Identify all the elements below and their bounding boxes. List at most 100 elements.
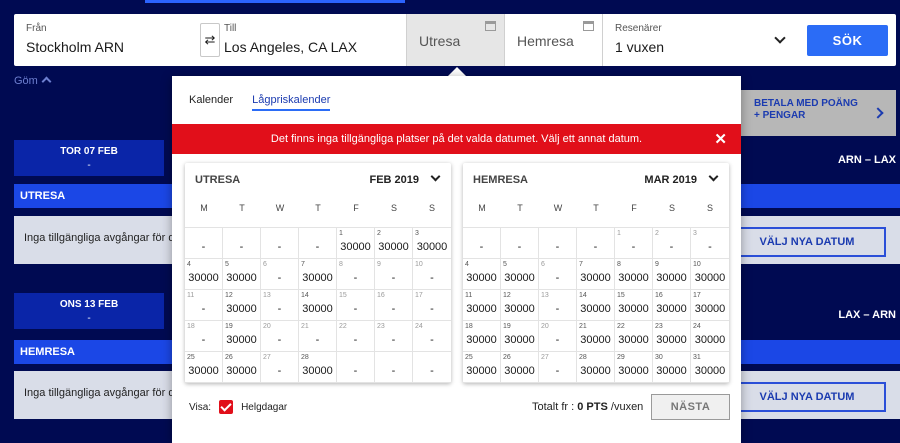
weekday-header: MTWTFSS	[185, 203, 451, 213]
day-price: 30000	[694, 365, 726, 377]
calendar-day-cell[interactable]: 18 30000	[463, 321, 501, 352]
outbound-new-dates-button[interactable]: VÄLJ NYA DATUM	[728, 227, 886, 257]
day-price: 30000	[694, 303, 726, 315]
calendar-day-cell[interactable]: 23-	[375, 321, 413, 352]
calendar-day-cell[interactable]: 11 30000	[463, 290, 501, 321]
calendar-day-cell[interactable]: 20-	[539, 321, 577, 352]
calendar-day-cell[interactable]: 10-	[413, 259, 451, 290]
close-icon[interactable]: ✕	[714, 130, 727, 148]
calendar-day-cell[interactable]: 12 30000	[223, 290, 261, 321]
calendar-day-cell[interactable]: 28 30000	[577, 352, 615, 383]
day-number: 19	[225, 323, 233, 330]
calendar-day-cell[interactable]: 21 30000	[577, 321, 615, 352]
outbound-month-select[interactable]: FEB 2019	[369, 174, 419, 186]
from-value[interactable]: Stockholm ARN	[26, 39, 124, 55]
calendar-day-cell[interactable]: 3-	[691, 228, 729, 259]
calendar-day-cell[interactable]: 15-	[337, 290, 375, 321]
calendar-day-cell[interactable]: 10 30000	[691, 259, 729, 290]
calendar-day-cell[interactable]: 17 30000	[691, 290, 729, 321]
swap-icon[interactable]: ⇄	[200, 23, 220, 57]
day-number: 8	[617, 261, 621, 268]
holidays-checkbox[interactable]	[219, 400, 234, 414]
calendar-day-cell[interactable]: 24-	[413, 321, 451, 352]
chevron-down-icon[interactable]	[430, 171, 441, 182]
calendar-day-cell[interactable]: 7 30000	[577, 259, 615, 290]
search-button[interactable]: SÖK	[807, 25, 888, 56]
tab-calendar[interactable]: Kalender	[189, 94, 233, 106]
calendar-day-cell[interactable]: 8 30000	[615, 259, 653, 290]
calendar-day-cell[interactable]: 24 30000	[691, 321, 729, 352]
calendar-day-cell[interactable]: 13-	[539, 290, 577, 321]
travelers-field[interactable]: Resenärer 1 vuxen	[602, 14, 798, 66]
pay-with-points-button[interactable]: BETALA MED POÄNG + PENGAR	[728, 90, 896, 136]
to-value[interactable]: Los Angeles, CA LAX	[224, 39, 357, 55]
return-label: Hemresa	[517, 33, 574, 49]
day-price: 30000	[226, 334, 257, 346]
calendar-day-cell[interactable]: 25 30000	[463, 352, 501, 383]
day-price: 30000	[580, 272, 611, 284]
calendar-day-cell[interactable]: 20-	[261, 321, 299, 352]
calendar-day-cell[interactable]: 13-	[261, 290, 299, 321]
day-price: 30000	[618, 365, 649, 377]
calendar-day-cell[interactable]: 5 30000	[501, 259, 539, 290]
calendar-day-cell[interactable]: 23 30000	[653, 321, 691, 352]
calendar-day-cell[interactable]: 16 30000	[653, 290, 691, 321]
calendar-day-cell[interactable]: 2-	[653, 228, 691, 259]
calendar-day-cell[interactable]: 8-	[337, 259, 375, 290]
from-field[interactable]: Från Stockholm ARN	[14, 14, 200, 66]
outbound-date-field[interactable]: Utresa	[406, 14, 504, 66]
calendar-day-cell[interactable]: 4 30000	[463, 259, 501, 290]
calendar-day-cell[interactable]: 28 30000	[299, 352, 337, 383]
day-price: 30000	[656, 365, 687, 377]
calendar-day-cell[interactable]: 5 30000	[223, 259, 261, 290]
calendar-day-cell[interactable]: 6-	[539, 259, 577, 290]
return-month-select[interactable]: MAR 2019	[644, 174, 697, 186]
calendar-day-cell[interactable]: 16-	[375, 290, 413, 321]
total-prefix: Totalt fr :	[532, 401, 575, 413]
calendar-day-cell[interactable]: 29 30000	[615, 352, 653, 383]
return-date-tab[interactable]: ONS 13 FEB -	[14, 293, 164, 329]
hide-search-link[interactable]: Göm	[14, 75, 52, 87]
to-field[interactable]: Till Los Angeles, CA LAX	[220, 14, 406, 66]
calendar-day-cell[interactable]: 14 30000	[577, 290, 615, 321]
calendar-day-cell[interactable]: 9 30000	[653, 259, 691, 290]
return-new-dates-button[interactable]: VÄLJ NYA DATUM	[728, 382, 886, 412]
return-date-field[interactable]: Hemresa	[504, 14, 602, 66]
calendar-day-cell[interactable]: 12 30000	[501, 290, 539, 321]
calendar-day-cell[interactable]: 18-	[185, 321, 223, 352]
calendar-day-cell[interactable]: 4 30000	[185, 259, 223, 290]
calendar-day-cell[interactable]: 2 30000	[375, 228, 413, 259]
calendar-day-cell[interactable]: 3 30000	[413, 228, 451, 259]
calendar-day-cell[interactable]: 19 30000	[501, 321, 539, 352]
outbound-date-tab[interactable]: TOR 07 FEB -	[14, 140, 164, 176]
calendar-day-cell[interactable]: 22-	[337, 321, 375, 352]
calendar-day-cell[interactable]: 27-	[261, 352, 299, 383]
calendar-day-cell[interactable]: 21-	[299, 321, 337, 352]
calendar-day-cell[interactable]: 22 30000	[615, 321, 653, 352]
day-price: 30000	[188, 272, 219, 284]
calendar-day-cell[interactable]: 25 30000	[185, 352, 223, 383]
calendar-day-cell[interactable]: 15 30000	[615, 290, 653, 321]
calendar-day-cell[interactable]: 9-	[375, 259, 413, 290]
tab-low-price-calendar[interactable]: Lågpriskalender	[252, 94, 331, 111]
day-number: 10	[693, 261, 701, 268]
calendar-day-cell[interactable]: 19 30000	[223, 321, 261, 352]
calendar-day-cell[interactable]: 27-	[539, 352, 577, 383]
day-price: -	[430, 365, 434, 377]
calendar-day-cell[interactable]: 6-	[261, 259, 299, 290]
calendar-day-cell[interactable]: 1-	[615, 228, 653, 259]
chevron-down-icon[interactable]	[708, 171, 719, 182]
day-price: 30000	[694, 334, 726, 346]
calendar-day-cell[interactable]: 1 30000	[337, 228, 375, 259]
calendar-day-cell[interactable]: 11-	[185, 290, 223, 321]
calendar-day-cell[interactable]: 30 30000	[653, 352, 691, 383]
calendar-day-cell[interactable]: 26 30000	[223, 352, 261, 383]
chevron-down-icon[interactable]	[774, 32, 786, 44]
day-number: 7	[301, 261, 305, 268]
calendar-day-cell[interactable]: 26 30000	[501, 352, 539, 383]
calendar-day-cell[interactable]: 14 30000	[299, 290, 337, 321]
calendar-day-cell[interactable]: 17-	[413, 290, 451, 321]
calendar-day-cell[interactable]: 7 30000	[299, 259, 337, 290]
next-button[interactable]: NÄSTA	[651, 394, 730, 420]
calendar-day-cell[interactable]: 31 30000	[691, 352, 729, 383]
